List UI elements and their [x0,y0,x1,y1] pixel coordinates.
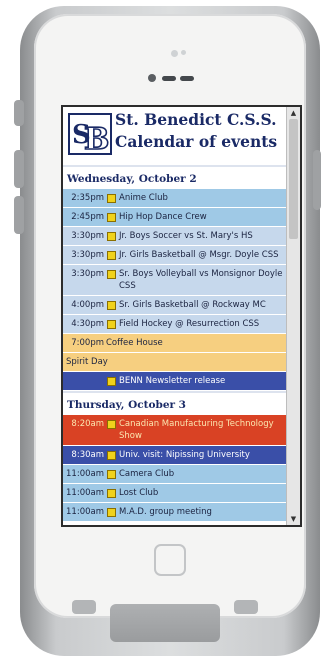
event-title: Field Hockey @ Resurrection CSS [119,319,260,329]
event-time: 4:30pm [71,319,104,329]
event-title: BENN Newsletter release [119,376,226,386]
event-row[interactable]: 11:00am Camera Club [63,465,287,484]
event-title: Camera Club [119,469,175,479]
event-icon[interactable] [107,508,116,517]
events-list: Wednesday, October 2 2:35pm Anime Club 2:45… [63,165,287,522]
event-time: 11:00am [66,469,104,479]
sb-logo-icon: S B [68,113,112,155]
event-row[interactable]: 2:35pm Anime Club [63,189,287,208]
event-icon[interactable] [107,451,116,460]
day-header: Wednesday, October 2 [63,165,287,189]
event-title: Spirit Day [66,357,108,367]
event-row[interactable]: 11:00am Lost Club [63,484,287,503]
vertical-scrollbar[interactable]: ▲ ▼ [286,107,300,525]
event-icon[interactable] [107,301,116,310]
event-icon[interactable] [107,251,116,260]
case-mute-switch [14,100,24,126]
day-header: Thursday, October 3 [63,391,287,415]
case-side-button [313,150,321,210]
earpiece-speaker-icon [180,76,194,81]
event-row[interactable]: BENN Newsletter release [63,372,287,391]
event-title: Jr. Boys Soccer vs St. Mary's HS [119,231,253,241]
event-time: 2:35pm [71,193,104,203]
event-title: Anime Club [119,193,168,203]
event-icon[interactable] [107,489,116,498]
event-title: Coffee House [106,338,163,348]
event-title: M.A.D. group meeting [119,507,212,517]
page-title: Calendar of events [115,132,278,151]
event-icon[interactable] [107,377,116,386]
event-time: 8:30am [71,450,104,460]
event-time: 3:30pm [71,269,104,279]
event-time: 11:00am [66,488,104,498]
scroll-down-arrow-icon[interactable]: ▼ [288,514,299,524]
case-bottom-port [72,600,96,614]
event-row[interactable]: 3:30pm Sr. Boys Volleyball vs Monsignor D… [63,265,287,296]
front-camera-icon [171,50,178,57]
event-title: Hip Hop Dance Crew [119,212,207,222]
scroll-thumb[interactable] [289,119,298,239]
event-row[interactable]: 7:00pm Coffee House [63,334,287,353]
earpiece-speaker-icon [162,76,176,81]
event-icon[interactable] [107,470,116,479]
event-icon[interactable] [107,194,116,203]
event-row[interactable]: 3:30pm Jr. Girls Basketball @ Msgr. Doyle… [63,246,287,265]
event-icon[interactable] [107,213,116,222]
event-title: Sr. Boys Volleyball vs Monsignor Doyle C… [119,269,283,291]
event-title: Sr. Girls Basketball @ Rockway MC [119,300,266,310]
event-time: 8:20am [71,419,104,429]
case-volume-down-button [14,196,24,234]
svg-text:B: B [84,122,109,155]
event-row[interactable]: 4:30pm Field Hockey @ Resurrection CSS [63,315,287,334]
case-bottom-latch [110,604,220,642]
event-time: 7:00pm [71,338,104,348]
event-time: 4:00pm [71,300,104,310]
event-title: Univ. visit: Nipissing University [119,450,250,460]
scroll-up-arrow-icon[interactable]: ▲ [288,108,299,118]
event-time: 2:45pm [71,212,104,222]
case-bottom-port [234,600,258,614]
event-row[interactable]: 11:00am M.A.D. group meeting [63,503,287,522]
event-title: Jr. Girls Basketball @ Msgr. Doyle CSS [119,250,279,260]
calendar-page[interactable]: S B St. Benedict C.S.S. Calendar of even… [63,107,287,525]
phone-screen: S B St. Benedict C.S.S. Calendar of even… [61,105,302,527]
sensor-icon [181,50,186,55]
event-row[interactable]: 8:30am Univ. visit: Nipissing University [63,446,287,465]
case-volume-up-button [14,150,24,188]
page-header: S B St. Benedict C.S.S. Calendar of even… [63,107,287,165]
event-row[interactable]: 2:45pm Hip Hop Dance Crew [63,208,287,227]
event-icon[interactable] [107,232,116,241]
event-title: Canadian Manufacturing Technology Show [119,419,274,441]
event-row[interactable]: 3:30pm Jr. Boys Soccer vs St. Mary's HS [63,227,287,246]
event-row[interactable]: 8:20am Canadian Manufacturing Technology … [63,415,287,446]
event-time: 11:00am [66,507,104,517]
proximity-sensor-icon [148,74,156,82]
event-icon[interactable] [107,270,116,279]
event-row[interactable]: Spirit Day [63,353,287,372]
event-time: 3:30pm [71,231,104,241]
school-name: St. Benedict C.S.S. [115,110,277,129]
event-icon[interactable] [107,420,116,429]
event-row[interactable]: 4:00pm Sr. Girls Basketball @ Rockway MC [63,296,287,315]
event-icon[interactable] [107,320,116,329]
home-button[interactable] [154,544,186,576]
event-time: 3:30pm [71,250,104,260]
event-title: Lost Club [119,488,159,498]
